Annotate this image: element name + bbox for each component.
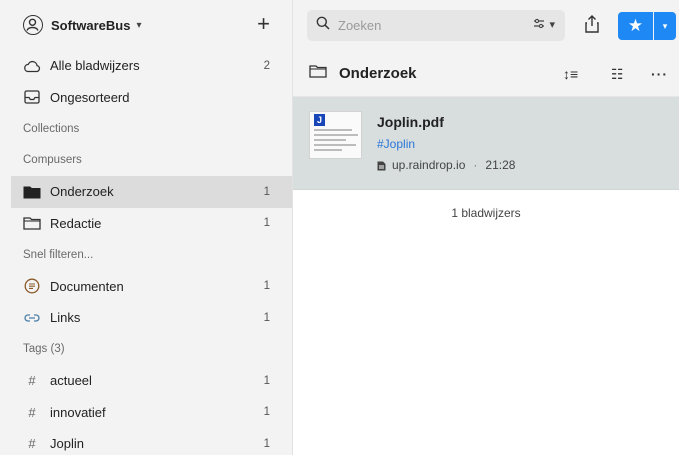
search-icon [316, 16, 330, 35]
sidebar-item-count: 2 [263, 59, 270, 72]
sidebar-item-count: 1 [263, 185, 270, 198]
sidebar-item-count: 1 [263, 280, 270, 293]
sliders-icon [533, 18, 545, 32]
sidebar-item-count: 1 [263, 374, 270, 387]
bookmark-title[interactable]: Joplin.pdf [377, 114, 444, 130]
sidebar-item-count: 1 [263, 217, 270, 230]
folder-filled-icon [23, 183, 41, 201]
sidebar-tag-innovatief[interactable]: # innovatief 1 [11, 397, 292, 429]
link-icon [23, 309, 41, 327]
folder-icon [23, 214, 41, 232]
toolbar: ▾ ★ ▾ [293, 0, 679, 50]
sidebar: SoftwareBus ▾ + Alle bladwijzers 2 Onges… [0, 0, 293, 455]
bookmark-count: 1 bladwijzers [451, 206, 521, 220]
inbox-icon [23, 88, 41, 106]
main-panel: ▾ ★ ▾ Onderzoek ↕≡ [293, 0, 679, 455]
account-name: SoftwareBus [51, 17, 131, 33]
section-heading-group[interactable]: Compusers [11, 145, 292, 177]
section-heading-filters[interactable]: Snel filteren... [11, 239, 292, 271]
bookmark-thumbnail: J [309, 111, 362, 159]
bookmark-domain: up.raindrop.io [392, 158, 466, 172]
sidebar-item-label: Documenten [50, 278, 124, 294]
sidebar-item-label: actueel [50, 373, 92, 389]
chevron-down-icon: ▾ [136, 19, 142, 31]
add-bookmark-menu-button[interactable]: ▾ [654, 12, 676, 40]
section-heading-tags[interactable]: Tags (3) [11, 334, 292, 366]
bookmark-item[interactable]: J Joplin.pdf #Joplin up.raindrop.io · 21… [293, 97, 679, 190]
hash-icon: # [28, 436, 36, 452]
meta-separator: · [473, 158, 478, 172]
search-filter-button[interactable]: ▾ [533, 18, 555, 32]
share-button[interactable] [583, 14, 601, 34]
account-switcher[interactable]: SoftwareBus ▾ + [11, 0, 292, 50]
sidebar-item-all-bookmarks[interactable]: Alle bladwijzers 2 [11, 50, 292, 82]
cloud-icon [23, 57, 41, 75]
sort-icon[interactable]: ↕≡ [563, 66, 578, 82]
sidebar-item-label: Ongesorteerd [50, 89, 130, 105]
sidebar-item-label: Links [50, 310, 81, 326]
sidebar-item-label: Redactie [50, 215, 102, 231]
hash-icon: # [28, 404, 36, 420]
folder-icon [309, 64, 327, 83]
sidebar-item-links[interactable]: Links 1 [11, 302, 292, 334]
sidebar-item-label: Onderzoek [50, 184, 114, 200]
bookmark-meta: up.raindrop.io · 21:28 [377, 158, 515, 172]
sidebar-tag-joplin[interactable]: # Joplin 1 [11, 428, 292, 455]
sidebar-item-count: 1 [263, 311, 270, 324]
search-input[interactable] [336, 16, 496, 34]
share-icon [585, 15, 599, 33]
sidebar-tag-actueel[interactable]: # actueel 1 [11, 365, 292, 397]
sidebar-item-unsorted[interactable]: Ongesorteerd [11, 82, 292, 114]
sidebar-item-label: innovatief [50, 404, 106, 420]
bookmark-tag[interactable]: #Joplin [377, 137, 415, 151]
star-icon: ★ [627, 16, 644, 35]
sidebar-item-label: Joplin [50, 436, 84, 452]
search-box[interactable]: ▾ [307, 9, 565, 41]
bookmark-time: 21:28 [485, 158, 516, 172]
view-mode-icon[interactable]: ☷ [611, 66, 624, 83]
sidebar-item-count: 1 [263, 437, 270, 450]
sidebar-item-label: Alle bladwijzers [50, 58, 140, 74]
file-icon [377, 160, 386, 171]
section-heading-collections[interactable]: Collections [11, 113, 292, 145]
joplin-logo: J [314, 114, 325, 126]
sidebar-item-documenten[interactable]: Documenten 1 [11, 271, 292, 303]
app-window: SoftwareBus ▾ + Alle bladwijzers 2 Onges… [0, 0, 679, 455]
add-bookmark-button[interactable]: ★ [618, 12, 653, 40]
sidebar-item-redactie[interactable]: Redactie 1 [11, 208, 292, 240]
sidebar-item-count: 1 [263, 406, 270, 419]
more-options-icon[interactable]: ··· [651, 66, 668, 82]
chevron-down-icon: ▾ [549, 19, 555, 31]
sidebar-item-onderzoek[interactable]: Onderzoek 1 [11, 176, 292, 208]
hash-icon: # [28, 373, 36, 389]
user-avatar-icon [23, 15, 43, 35]
page-title: Onderzoek [339, 64, 417, 82]
collection-header: Onderzoek ↕≡ ☷ ··· [293, 50, 679, 97]
document-icon [23, 277, 41, 295]
add-collection-button[interactable]: + [257, 12, 270, 36]
